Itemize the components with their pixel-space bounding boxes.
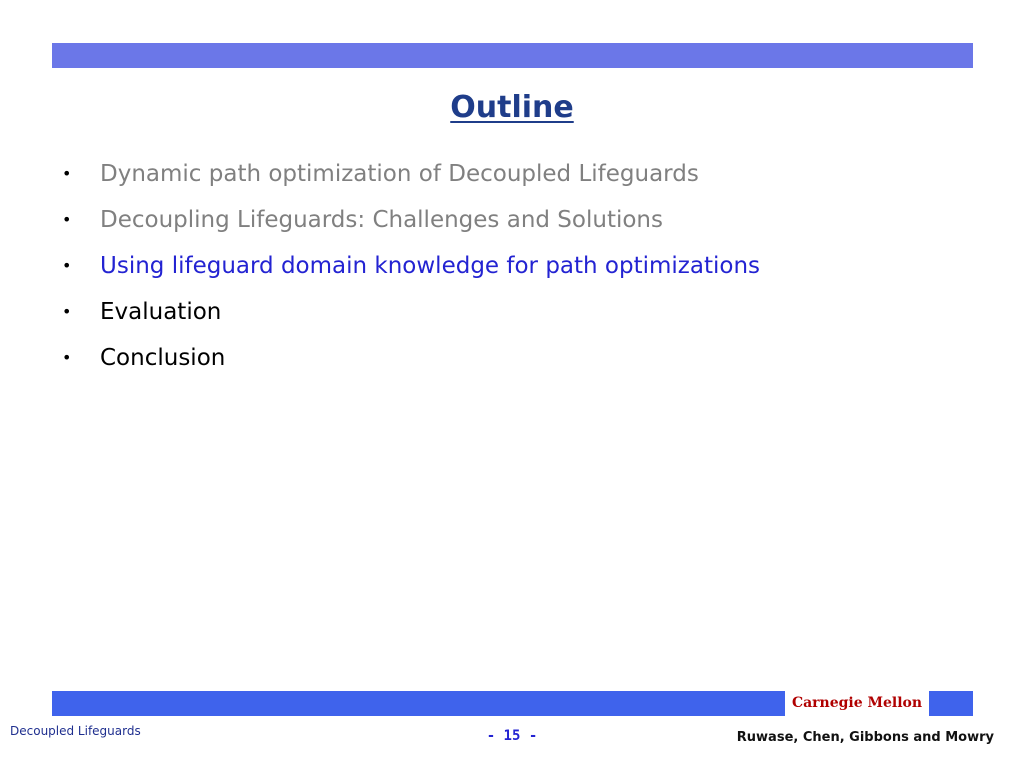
outline-item-text: Decoupling Lifeguards: Challenges and So… [100, 207, 663, 233]
outline-item-text: Using lifeguard domain knowledge for pat… [100, 253, 761, 279]
outline-item: • Using lifeguard domain knowledge for pa… [62, 248, 760, 294]
outline-list: • Dynamic path optimization of Decoupled … [62, 156, 760, 386]
outline-item: • Dynamic path optimization of Decoupled … [62, 156, 760, 202]
bullet-icon: • [62, 348, 72, 367]
brand-box: Carnegie Mellon [785, 686, 929, 720]
outline-item: • Decoupling Lifeguards: Challenges and S… [62, 202, 760, 248]
outline-item-text: Evaluation [100, 299, 222, 325]
outline-item: • Conclusion [62, 340, 760, 386]
footer-authors: Ruwase, Chen, Gibbons and Mowry [736, 730, 994, 745]
bullet-icon: • [62, 210, 72, 229]
header-bar [52, 43, 973, 68]
outline-item: • Evaluation [62, 294, 760, 340]
slide-title: Outline [450, 90, 574, 125]
outline-item-text: Conclusion [100, 345, 226, 371]
bullet-icon: • [62, 164, 72, 183]
brand-label: Carnegie Mellon [791, 695, 923, 711]
bullet-icon: • [62, 256, 72, 275]
bullet-icon: • [62, 302, 72, 321]
outline-item-text: Dynamic path optimization of Decoupled L… [100, 161, 699, 187]
